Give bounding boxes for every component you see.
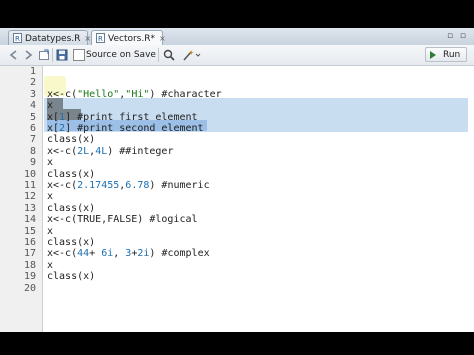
toolbar-separator [52, 48, 53, 62]
line-number: 16 [23, 237, 36, 248]
save-icon[interactable] [56, 48, 68, 62]
line-number: 1 [29, 66, 36, 77]
r-file-icon: R [96, 33, 105, 43]
rstudio-source-pane: R Datatypes.R × R Vectors.R* × ▫ ▫ Source … [0, 28, 474, 332]
line-number: 20 [23, 282, 36, 294]
forward-arrow-icon[interactable] [22, 48, 34, 62]
line-number: 12 [23, 191, 36, 203]
code-line[interactable]: x[2] #print second element [47, 123, 467, 134]
open-in-window-icon[interactable] [38, 48, 50, 62]
code-line[interactable] [47, 283, 467, 294]
code-line[interactable]: x<-c(TRUE,FALSE) #logical [47, 214, 467, 225]
code-line[interactable]: x<-c(2.17455,6.78) #numeric [47, 180, 467, 191]
code-line[interactable]: x<-c(44+ 6i, 3+2i) #complex [47, 248, 467, 259]
line-number: 7 [29, 134, 36, 146]
code-tools-wand-icon[interactable] [182, 48, 202, 62]
line-number: 6 [29, 123, 36, 134]
tab-label: Datatypes.R [25, 34, 81, 44]
editor-toolbar: Source on Save Run [0, 45, 474, 66]
code-line[interactable]: class(x) [47, 169, 467, 180]
run-arrow-icon [430, 51, 436, 59]
line-number: 8 [29, 145, 36, 157]
code-line[interactable] [47, 66, 467, 77]
line-number: 2 [29, 77, 36, 89]
code-editor[interactable]: 1 2 3 4 5 6 7 8 9 10 11 12 13 14 15 16 1… [0, 66, 474, 332]
line-number: 4 [29, 100, 36, 112]
toolbar-separator [158, 48, 159, 62]
tab-bar: R Datatypes.R × R Vectors.R* × ▫ ▫ [0, 28, 474, 46]
line-number: 14 [23, 214, 36, 226]
code-line[interactable]: x [47, 226, 467, 237]
code-line[interactable] [47, 77, 467, 88]
source-on-save-checkbox[interactable] [73, 49, 85, 61]
r-file-icon: R [13, 33, 22, 43]
line-number: 17 [23, 248, 36, 260]
code-line[interactable]: class(x) [47, 203, 467, 214]
tab-datatypes[interactable]: R Datatypes.R × [8, 30, 91, 45]
run-label: Run [443, 50, 461, 60]
line-number: 15 [23, 225, 36, 237]
line-number: 19 [23, 271, 36, 283]
back-arrow-icon[interactable] [8, 48, 20, 62]
line-number: 10 [23, 168, 36, 180]
svg-text:R: R [98, 35, 103, 43]
window-controls[interactable]: ▫ ▫ [447, 31, 468, 41]
line-number: 5 [29, 111, 36, 123]
line-number-gutter: 1 2 3 4 5 6 7 8 9 10 11 12 13 14 15 16 1… [0, 66, 43, 332]
run-button[interactable]: Run [425, 47, 467, 62]
line-number: 11 [23, 180, 36, 191]
code-line[interactable]: x<-c(2L,4L) ##integer [47, 146, 467, 157]
code-line[interactable]: x<-c("Hello","Hi") #character [47, 89, 467, 100]
tab-label: Vectors.R* [108, 34, 155, 44]
line-number: 18 [23, 259, 36, 271]
line-number: 3 [29, 88, 36, 100]
source-on-save-label: Source on Save [86, 50, 156, 60]
code-line[interactable]: x [47, 100, 467, 111]
code-line[interactable]: class(x) [47, 237, 467, 248]
line-number: 9 [29, 157, 36, 169]
line-number: 13 [23, 202, 36, 214]
code-line[interactable]: class(x) [47, 271, 467, 282]
code-line[interactable]: x [47, 191, 467, 202]
tab-vectors[interactable]: R Vectors.R* × [91, 30, 166, 45]
code-line[interactable]: x[1] #print first element [47, 112, 467, 123]
svg-text:R: R [15, 35, 20, 43]
search-icon[interactable] [163, 48, 175, 62]
code-line[interactable]: x [47, 157, 467, 168]
code-line[interactable]: x [47, 260, 467, 271]
code-line[interactable]: class(x) [47, 134, 467, 145]
close-icon[interactable]: × [159, 34, 166, 43]
